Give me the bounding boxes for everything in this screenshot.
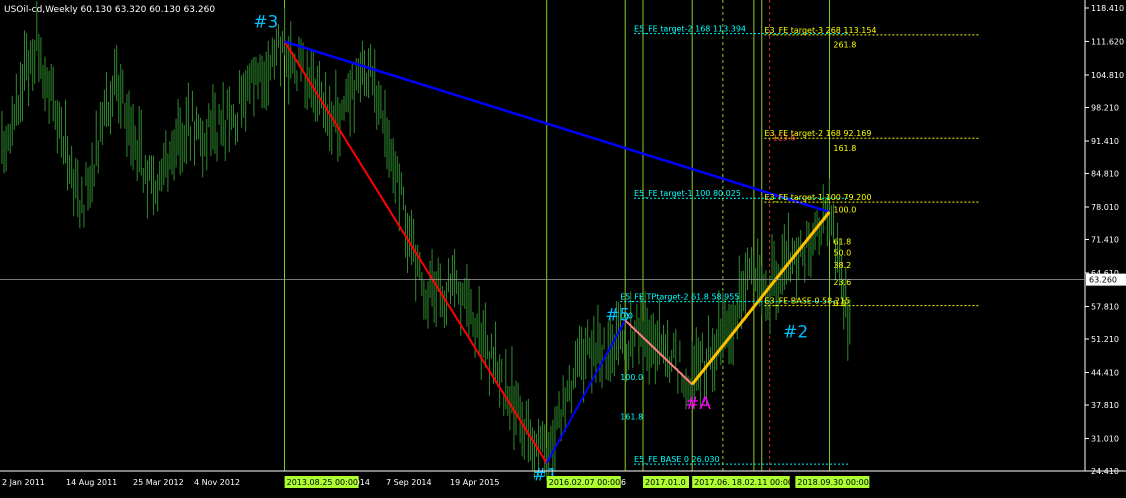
y-tick-label: 98.210	[1091, 103, 1119, 112]
fe-target-label: E3_FE target-1 100 79.200	[764, 193, 871, 202]
current-price-label: 63.260	[1089, 276, 1117, 285]
y-tick-label: 91.410	[1091, 137, 1119, 146]
y-tick-label: 31.010	[1091, 434, 1119, 443]
pivot-label: #A	[685, 394, 711, 414]
x-tick-label: 7 Sep 2014	[386, 478, 432, 487]
y-tick-label: 118.410	[1091, 4, 1124, 13]
fe-target-label: E3_FE target-3 268 113.154	[764, 26, 876, 35]
fib-level-label: 100.0	[620, 373, 643, 382]
x-date-marker-label: 2016.02.07 00:00	[549, 478, 620, 487]
y-tick-label: 104.810	[1091, 71, 1124, 80]
x-date-marker-label: 2013.08.25 00:00	[287, 478, 358, 487]
x-tick-label: 25 Mar 2012	[133, 478, 184, 487]
fe-target-label: E5_FE BASE 0 26.030	[634, 455, 720, 464]
fib-level-label: 161.8	[620, 412, 643, 421]
x-tick-label: 19 Apr 2015	[450, 478, 499, 487]
fe-target-label: E3_FE target-2 168 92.169	[764, 129, 871, 138]
x-date-marker-label: 2017.01.0	[645, 478, 686, 487]
x-date-marker-label: 2018.09.30 00:00	[797, 478, 868, 487]
x-tick-label: 14 Aug 2011	[66, 478, 117, 487]
price-chart[interactable]: 261.8 161.8 100.0 61.8 50.0 38.2 23.6 0.0 0.0 100…	[0, 0, 1126, 494]
x-tick-label: 2 Jan 2011	[2, 478, 45, 487]
pivot-label: #5	[605, 305, 630, 325]
y-tick-label: 57.810	[1091, 302, 1119, 311]
y-tick-label: 71.410	[1091, 236, 1119, 245]
y-tick-label: 78.010	[1091, 203, 1119, 212]
fe-target-label: E3_FE BASE 0 58.215	[764, 297, 850, 306]
fib-level-label: 161.8	[833, 144, 856, 153]
y-tick-label: 84.810	[1091, 169, 1119, 178]
pivot-label: #2	[783, 323, 808, 343]
fe-targets-layer: E5_FE target-2 168 113.394 E3_FE target-3…	[620, 25, 980, 465]
leg-3-to-2	[284, 40, 830, 214]
pivot-label: #3	[253, 12, 278, 32]
fib-level-label: 261.8	[833, 40, 856, 49]
leg-3-to-1	[283, 41, 548, 464]
date-markers-layer	[284, 0, 830, 471]
y-tick-label: 51.210	[1091, 335, 1119, 344]
fe-target-label: E5_FE TPtarget-2 61.8 58.955	[620, 293, 739, 302]
fib-level-label: 100.0	[833, 206, 856, 215]
y-tick-label: 44.410	[1091, 368, 1119, 377]
pivot-labels-layer: #3#1#5#A#2	[253, 12, 808, 485]
y-tick-label: 37.810	[1091, 401, 1119, 410]
x-axis: 2 Jan 2011 14 Aug 2011 25 Mar 2012 4 Nov 20…	[0, 470, 1126, 488]
fib-level-label: 50.0	[833, 248, 851, 257]
x-tick-label: 4 Nov 2012	[194, 478, 240, 487]
fib-level-label: 38.2	[833, 261, 851, 270]
x-date-marker-label: 18.02.11 00:00	[732, 478, 793, 487]
fib-level-label: 61.8	[833, 238, 851, 247]
symbol-info: USOil-cd,Weekly 60.130 63.320 60.130 63.…	[4, 5, 215, 15]
fe-target-label: E5_FE target-2 168 113.394	[634, 25, 746, 34]
fe-target-label: E5_FE target-1 100 80.025	[634, 189, 741, 198]
y-tick-label: 111.620	[1091, 37, 1124, 46]
